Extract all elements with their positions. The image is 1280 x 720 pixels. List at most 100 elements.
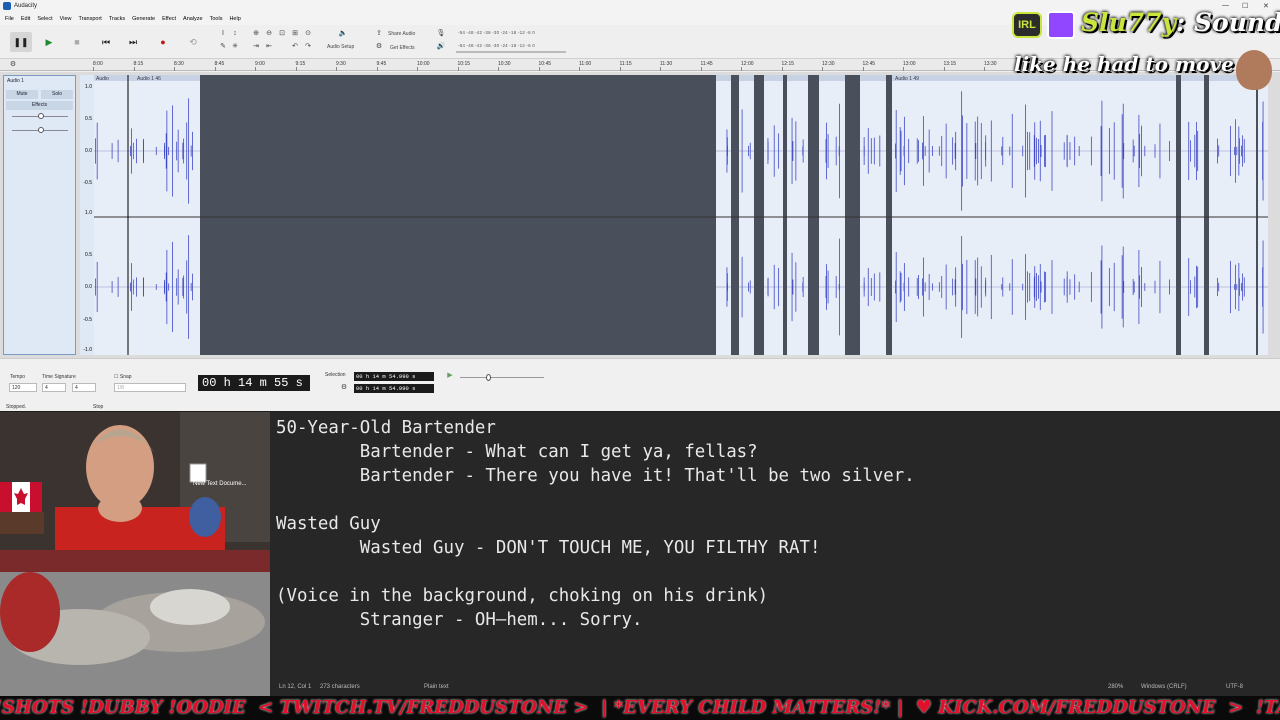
- audio-clip[interactable]: [860, 75, 886, 355]
- audio-clip[interactable]: [716, 75, 731, 355]
- time-display[interactable]: 00 h 14 m 55 s: [198, 375, 310, 391]
- skip-end-button[interactable]: ⏭: [122, 32, 144, 52]
- multi-tool-icon[interactable]: ✳: [230, 42, 240, 52]
- menu-analyze[interactable]: Analyze: [183, 16, 203, 25]
- menu-file[interactable]: File: [5, 16, 14, 25]
- waveform-view[interactable]: Audio Audio 1 46 Audio 1 49: [80, 75, 1268, 355]
- selection-label: Selection: [325, 372, 346, 378]
- editor-line[interactable]: Wasted Guy: [276, 512, 915, 536]
- menu-generate[interactable]: Generate: [132, 16, 155, 25]
- speaker-icon: 🔊: [436, 43, 446, 50]
- pause-button[interactable]: ❚❚: [10, 32, 32, 52]
- editor-line[interactable]: [276, 560, 915, 584]
- text-editor[interactable]: 50-Year-Old Bartender Bartender - What c…: [270, 412, 1280, 696]
- file-type[interactable]: Plain text: [424, 684, 449, 690]
- clip-header[interactable]: [716, 75, 731, 81]
- ruler-tick-label: 9:00: [255, 61, 265, 67]
- menu-view[interactable]: View: [60, 16, 72, 25]
- silence-icon[interactable]: ⇤: [264, 42, 274, 52]
- stop-button[interactable]: ■: [66, 32, 88, 52]
- record-button[interactable]: ●: [152, 32, 174, 52]
- audio-clip[interactable]: [819, 75, 845, 355]
- audio-clip[interactable]: [739, 75, 754, 355]
- track-area[interactable]: Audio 1 Mute Solo Effects Audio Audio 1 4…: [0, 72, 1280, 358]
- get-effects-icon[interactable]: ⚙: [374, 42, 384, 52]
- editor-line[interactable]: Bartender - There you have it! That'll b…: [276, 464, 915, 488]
- share-audio-label[interactable]: Share Audio: [388, 31, 415, 37]
- trim-icon[interactable]: ⇥: [251, 42, 261, 52]
- editor-line[interactable]: Wasted Guy - DON'T TOUCH ME, YOU FILTHY …: [276, 536, 915, 560]
- gain-knob[interactable]: [38, 113, 44, 119]
- encoding[interactable]: UTF-8: [1226, 684, 1243, 690]
- envelope-tool-icon[interactable]: ↕: [230, 29, 240, 39]
- line-ending[interactable]: Windows (CRLF): [1141, 684, 1187, 690]
- time-signature-numerator[interactable]: 4: [42, 383, 66, 392]
- get-effects-label[interactable]: Get Effects: [390, 45, 415, 51]
- audio-clip[interactable]: [892, 75, 1176, 355]
- selection-end[interactable]: 00 h 14 m 54.990 s: [354, 384, 434, 393]
- selection-start[interactable]: 00 h 14 m 54.990 s: [354, 372, 434, 381]
- time-signature-denominator[interactable]: 4: [72, 383, 96, 392]
- play-speed-slider[interactable]: [460, 377, 544, 378]
- audio-setup-icon[interactable]: 🔈: [336, 29, 350, 39]
- clip-header[interactable]: [764, 75, 783, 81]
- redo-icon[interactable]: ↷: [303, 42, 313, 52]
- play-button[interactable]: ▶: [38, 32, 60, 52]
- editor-content[interactable]: 50-Year-Old Bartender Bartender - What c…: [276, 416, 915, 632]
- menu-tracks[interactable]: Tracks: [109, 16, 125, 25]
- selection-tool-icon[interactable]: I: [218, 29, 228, 39]
- timeline-options-icon[interactable]: ⚙: [8, 60, 18, 70]
- play-speed-knob[interactable]: [486, 374, 491, 381]
- fit-project-icon[interactable]: ⊞: [290, 29, 300, 39]
- editor-line[interactable]: Stranger - OH—hem... Sorry.: [276, 608, 915, 632]
- zoom-out-icon[interactable]: ⊖: [264, 29, 274, 39]
- undo-icon[interactable]: ↶: [290, 42, 300, 52]
- zoom-in-icon[interactable]: ⊕: [251, 29, 261, 39]
- ruler-tick-label: 12:00: [741, 61, 754, 67]
- audio-clip[interactable]: [1209, 75, 1256, 355]
- audio-clip[interactable]: [80, 75, 200, 355]
- audio-setup-label[interactable]: Audio Setup: [327, 44, 354, 50]
- effects-button[interactable]: Effects: [6, 101, 73, 110]
- clip-label[interactable]: Audio 1 46: [137, 76, 161, 82]
- editor-line[interactable]: Bartender - What can I get ya, fellas?: [276, 440, 915, 464]
- audio-clip[interactable]: [1181, 75, 1204, 355]
- share-audio-icon[interactable]: ⇪: [374, 29, 384, 39]
- skip-start-button[interactable]: ⏮: [95, 32, 117, 52]
- zoom-toggle-icon[interactable]: ⊙: [303, 29, 313, 39]
- editor-line[interactable]: 50-Year-Old Bartender: [276, 416, 915, 440]
- clip-header[interactable]: [860, 75, 886, 81]
- audio-clip[interactable]: [787, 75, 808, 355]
- loop-button[interactable]: ⟲: [182, 32, 204, 52]
- play-at-speed-icon[interactable]: ▶: [445, 371, 455, 381]
- track-name[interactable]: Audio 1: [4, 76, 75, 86]
- playback-volume-slider[interactable]: [456, 51, 566, 53]
- draw-tool-icon[interactable]: ✎: [218, 42, 228, 52]
- menu-select[interactable]: Select: [37, 16, 52, 25]
- pan-knob[interactable]: [38, 127, 44, 133]
- menu-effect[interactable]: Effect: [162, 16, 176, 25]
- clip-header[interactable]: [819, 75, 845, 81]
- clip-header[interactable]: [787, 75, 808, 81]
- menu-transport[interactable]: Transport: [78, 16, 101, 25]
- mute-button[interactable]: Mute: [6, 90, 38, 99]
- clip-header[interactable]: [739, 75, 754, 81]
- snap-checkbox[interactable]: ☐ Snap: [114, 374, 132, 380]
- fit-selection-icon[interactable]: ⊡: [277, 29, 287, 39]
- solo-button[interactable]: Solo: [41, 90, 73, 99]
- track-control-panel[interactable]: Audio 1 Mute Solo Effects: [3, 75, 76, 355]
- amplitude-scale: 1.0 0.5 0.0 -0.5 1.0 0.5 0.0 -0.5 -1.0: [80, 75, 94, 355]
- editor-line[interactable]: (Voice in the background, choking on his…: [276, 584, 915, 608]
- audio-clip[interactable]: [764, 75, 783, 355]
- snap-select[interactable]: 1/8: [114, 383, 186, 392]
- selection-options-icon[interactable]: ⚙: [339, 383, 349, 393]
- editor-line[interactable]: [276, 488, 915, 512]
- menu-edit[interactable]: Edit: [21, 16, 30, 25]
- clip-label[interactable]: Audio: [96, 76, 109, 82]
- tempo-input[interactable]: 120: [9, 383, 37, 392]
- scale-label: -0.5: [83, 180, 92, 186]
- menu-tools[interactable]: Tools: [210, 16, 223, 25]
- menu-help[interactable]: Help: [229, 16, 240, 25]
- zoom-level[interactable]: 280%: [1108, 684, 1123, 690]
- clip-label[interactable]: Audio 1 49: [895, 76, 919, 82]
